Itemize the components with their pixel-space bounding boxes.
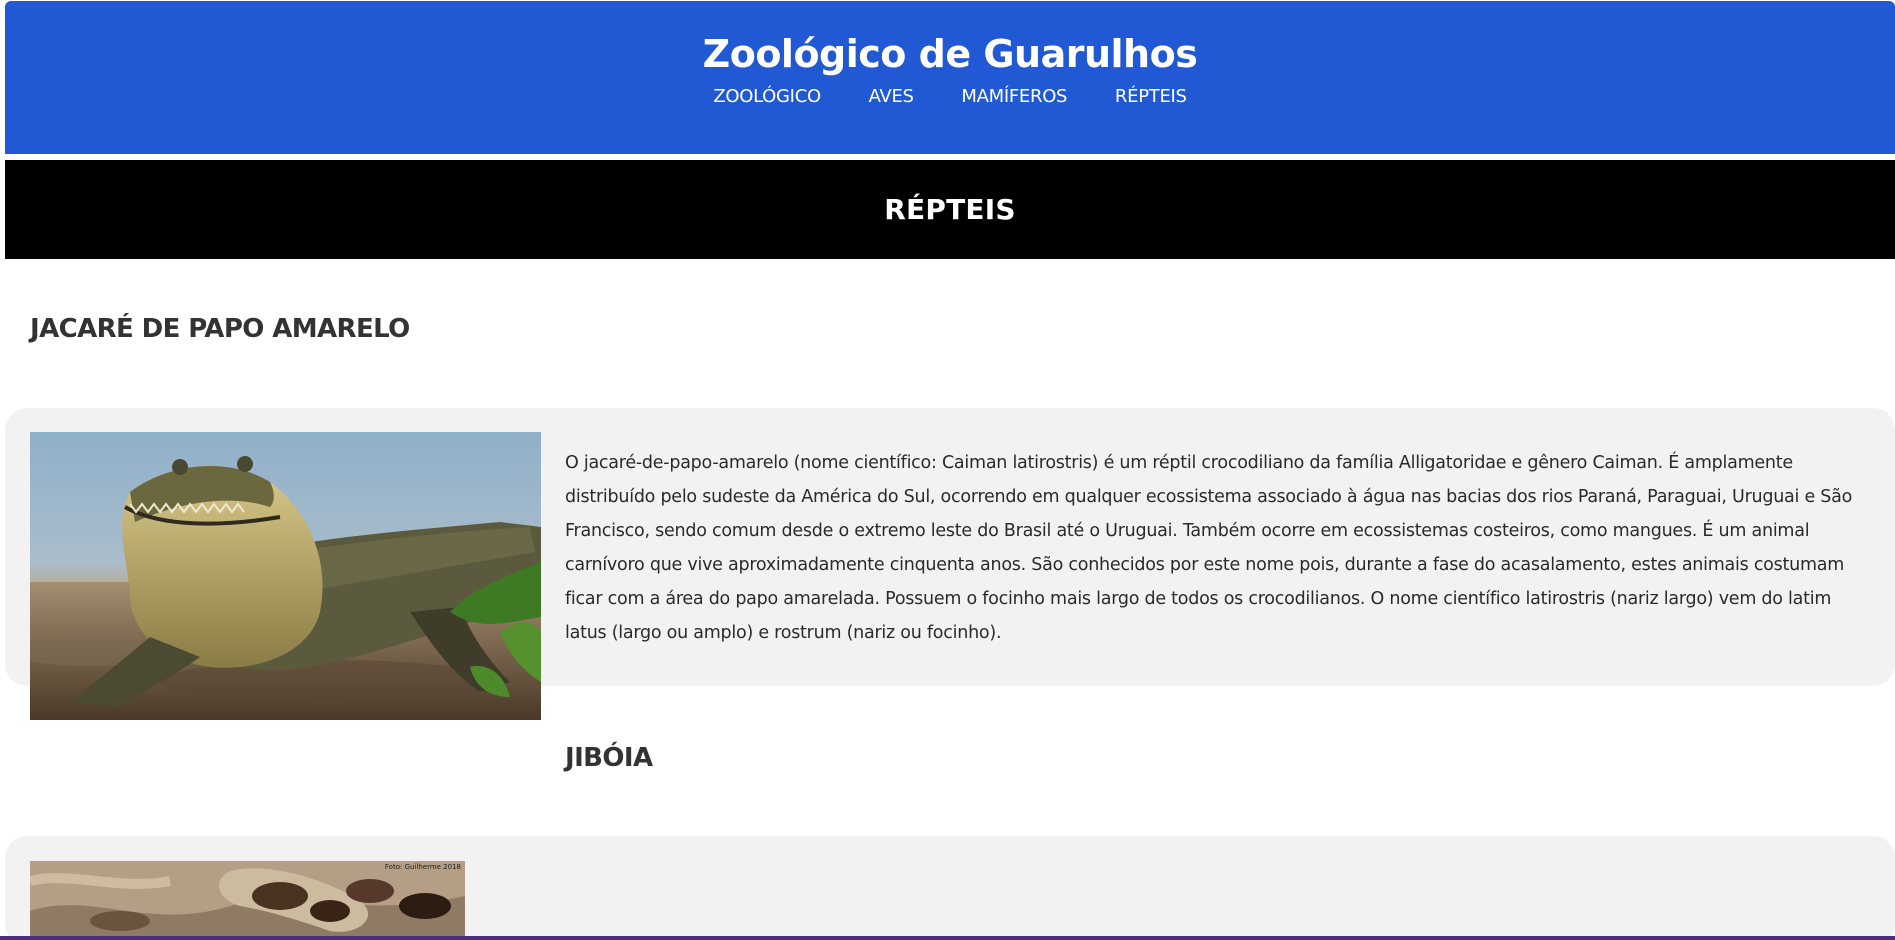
section-banner: RÉPTEIS [5, 160, 1895, 259]
site-header: Zoológico de Guarulhos ZOOLÓGICO AVES MA… [5, 1, 1895, 154]
site-title: Zoológico de Guarulhos [702, 32, 1198, 76]
nav-link-aves[interactable]: AVES [869, 86, 914, 107]
nav-link-repteis[interactable]: RÉPTEIS [1115, 86, 1187, 107]
main-nav: ZOOLÓGICO AVES MAMÍFEROS RÉPTEIS [5, 86, 1895, 107]
section-title: RÉPTEIS [884, 193, 1016, 226]
animal-description-jacare: O jacaré-de-papo-amarelo (nome científic… [565, 453, 1853, 643]
nav-link-zoologico[interactable]: ZOOLÓGICO [713, 86, 821, 107]
animal-photo-jacare [30, 432, 541, 720]
nav-link-mamiferos[interactable]: MAMÍFEROS [961, 86, 1067, 107]
animal-photo-jiboia: Foto: Guilherme 2018 [30, 861, 465, 940]
page: Zoológico de Guarulhos ZOOLÓGICO AVES MA… [0, 0, 1895, 940]
animal-heading-jiboia: JIBÓIA [565, 743, 653, 773]
photo-credit: Foto: Guilherme 2018 [384, 863, 461, 871]
window-bottom-edge [0, 936, 1895, 940]
animal-heading-jacare: JACARÉ DE PAPO AMARELO [30, 314, 410, 344]
